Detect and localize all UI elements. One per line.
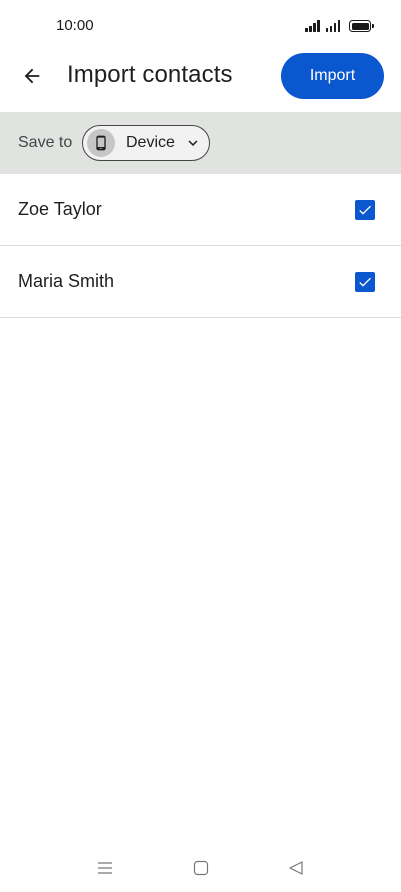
system-nav-bar (0, 848, 401, 888)
battery-icon (349, 20, 374, 32)
import-button[interactable]: Import (281, 53, 384, 99)
contact-name: Zoe Taylor (18, 199, 102, 219)
status-time: 10:00 (56, 17, 94, 34)
menu-icon[interactable] (93, 856, 117, 880)
list-item[interactable]: Zoe Taylor (0, 174, 401, 246)
check-icon (359, 277, 371, 287)
save-to-label: Save to (18, 134, 73, 151)
chevron-down-icon (184, 134, 202, 152)
home-icon[interactable] (189, 856, 213, 880)
list-item[interactable]: Maria Smith (0, 246, 401, 318)
back-triangle-icon[interactable] (284, 856, 308, 880)
app-bar: Import contacts Import (0, 52, 401, 112)
contact-checkbox[interactable] (355, 199, 375, 220)
page-title: Import contacts (67, 61, 233, 88)
status-bar: 10:00 (0, 0, 401, 52)
status-icons (305, 18, 374, 32)
contact-checkbox[interactable] (355, 271, 375, 292)
signal-icon (325, 20, 340, 32)
account-selector-chip[interactable]: Device (82, 125, 210, 161)
contact-name: Maria Smith (18, 271, 115, 291)
contact-list: Zoe Taylor Maria Smith (0, 174, 401, 318)
phone-icon (87, 129, 115, 157)
arrow-back-icon (24, 68, 40, 84)
signal-icon (305, 20, 320, 32)
account-label: Device (126, 134, 175, 151)
save-to-bar: Save to Device (0, 112, 401, 174)
check-icon (359, 205, 371, 215)
back-button[interactable] (14, 58, 50, 94)
